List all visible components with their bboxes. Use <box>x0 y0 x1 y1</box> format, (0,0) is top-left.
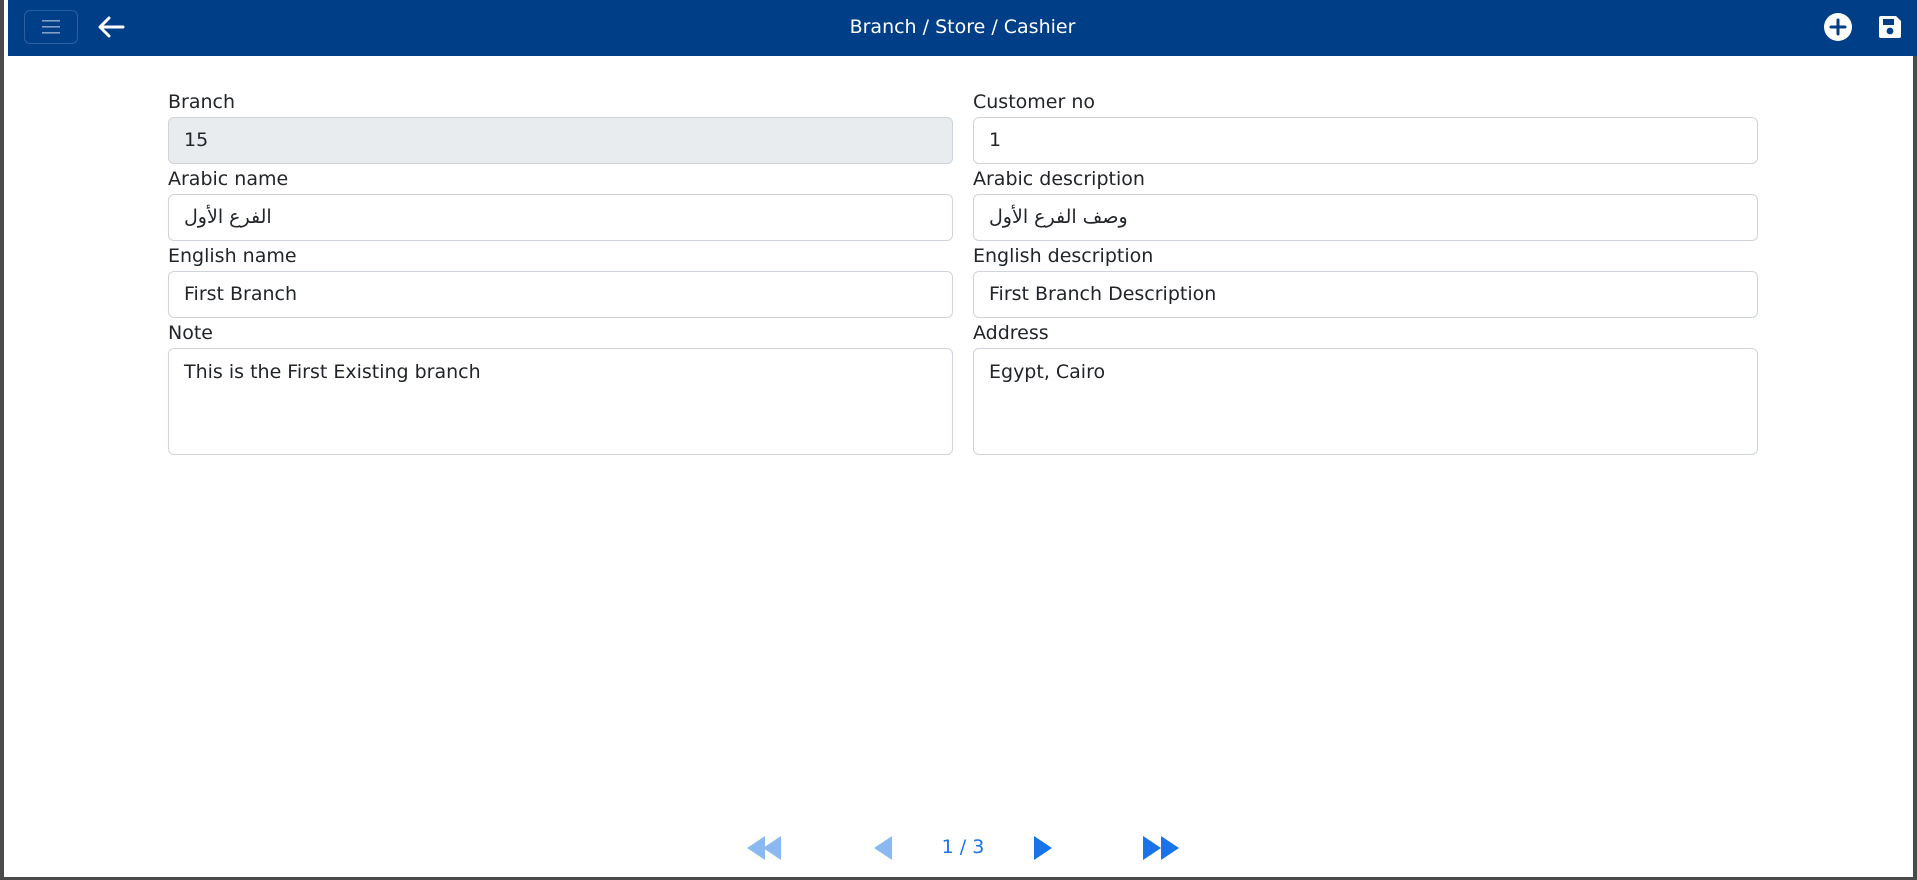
note-label: Note <box>168 322 213 344</box>
page-title: Branch / Store / Cashier <box>849 16 1076 38</box>
arrow-left-icon <box>98 16 125 38</box>
arabic-name-field: Arabic name الفرع الأول <box>168 165 953 242</box>
next-page-button[interactable] <box>1026 828 1060 868</box>
previous-page-button[interactable] <box>866 828 900 868</box>
branch-form: Branch 15 Customer no 1 Arabic name الفر… <box>168 88 1759 459</box>
menu-icon <box>42 20 60 34</box>
first-page-icon <box>747 836 781 860</box>
arabic-name-input[interactable]: الفرع الأول <box>168 194 953 241</box>
plus-circle-icon <box>1824 13 1852 41</box>
arabic-name-label: Arabic name <box>168 168 289 190</box>
app-window: Branch / Store / Cashier Branch 15 Custo… <box>0 0 1917 880</box>
last-page-icon <box>1143 836 1179 860</box>
customer-no-label: Customer no <box>973 91 1095 113</box>
next-page-icon <box>1034 836 1052 860</box>
note-field: Note This is the First Existing branch <box>168 319 953 459</box>
english-description-input[interactable]: First Branch Description <box>973 271 1758 318</box>
branch-field: Branch 15 <box>168 88 953 165</box>
branch-input: 15 <box>168 117 953 164</box>
english-name-label: English name <box>168 245 297 267</box>
customer-no-field: Customer no 1 <box>973 88 1758 165</box>
branch-label: Branch <box>168 91 236 113</box>
page-info: 1 / 3 <box>941 836 985 858</box>
note-textarea[interactable]: This is the First Existing branch <box>168 348 953 455</box>
top-bar: Branch / Store / Cashier <box>8 0 1917 56</box>
previous-page-icon <box>874 836 892 860</box>
english-name-input[interactable]: First Branch <box>168 271 953 318</box>
save-button[interactable] <box>1874 11 1906 43</box>
save-icon <box>1879 16 1901 38</box>
last-page-button[interactable] <box>1138 828 1184 868</box>
address-field: Address Egypt, Cairo <box>973 319 1758 459</box>
pagination: 1 / 3 <box>4 828 1917 868</box>
arabic-description-label: Arabic description <box>973 168 1145 190</box>
arabic-description-input[interactable]: وصف الفرع الأول <box>973 194 1758 241</box>
first-page-button[interactable] <box>742 828 788 868</box>
english-name-field: English name First Branch <box>168 242 953 319</box>
english-description-label: English description <box>973 245 1154 267</box>
add-button[interactable] <box>1822 11 1854 43</box>
menu-button[interactable] <box>24 10 78 44</box>
address-textarea[interactable]: Egypt, Cairo <box>973 348 1758 455</box>
arabic-description-field: Arabic description وصف الفرع الأول <box>973 165 1758 242</box>
back-button[interactable] <box>94 12 128 42</box>
customer-no-input[interactable]: 1 <box>973 117 1758 164</box>
address-label: Address <box>973 322 1049 344</box>
english-description-field: English description First Branch Descrip… <box>973 242 1758 319</box>
